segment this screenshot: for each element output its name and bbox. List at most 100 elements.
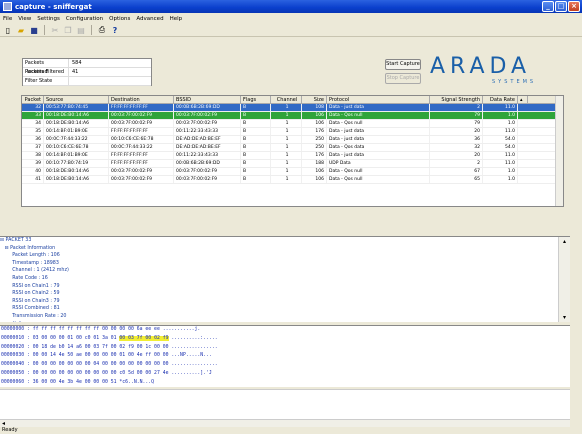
menu-view[interactable]: View [18,16,31,22]
cell-flags: B [241,168,271,175]
table-row[interactable]: 35 00:14:BF:01:B9:0E FF:FF:FF:FF:FF:FF 00:1… [22,128,563,136]
column-header-flags[interactable]: Flags [241,96,271,103]
cell-signal: 20 [430,128,483,135]
help-icon[interactable]: ? [110,25,120,35]
cell-source: 00:53:77:B0:74:45 [44,104,109,111]
open-folder-icon[interactable]: ▰ [16,25,26,35]
cell-size: 188 [302,160,327,167]
cell-protocol: UDP Data [327,160,430,167]
cell-size: 106 [302,176,327,183]
column-header-size[interactable]: Size [302,96,327,103]
cell-flags: B [241,112,271,119]
toolbar: ▯ ▰ ■ ✂ ❐ ▤ ⎙ ? [0,24,582,37]
column-header-channel[interactable]: Channel [271,96,302,103]
table-row[interactable]: 36 00:0C:7F:44:33:22 00:10:C6:CE:6E:78 DE:A… [22,136,563,144]
tree-node[interactable]: RSSI on Chain1 : 79 [0,283,570,291]
menu-options[interactable]: Options [109,16,130,22]
column-header-packet[interactable]: Packet [22,96,44,103]
cell-bssid: 00:03:7F:00:02:F9 [174,168,241,175]
start-capture-button[interactable]: Start Capture [385,59,421,70]
scroll-up-icon[interactable]: ▴ [559,237,570,247]
close-icon[interactable]: × [568,1,580,12]
table-row[interactable]: 41 00:18:DE:B0:14:A6 00:03:7F:00:02:F9 00:0… [22,176,563,184]
cell-packet: 34 [22,120,44,127]
scroll-up-icon[interactable]: ▴ [518,96,528,103]
save-icon[interactable]: ■ [29,25,39,35]
horizontal-scrollbar[interactable]: ◂ [0,419,570,427]
tree-node[interactable]: Channel : 1 (2412 mhz) [0,267,570,275]
hex-segment: ..........:..... [168,335,218,341]
cell-flags: B [241,144,271,151]
cell-bssid: 00:0B:6B:2B:69:DD [174,104,241,111]
app-icon [3,2,12,11]
column-header-protocol[interactable]: Protocol [327,96,430,103]
hex-segment: 00 03 7f 00 02 f9 [119,335,169,341]
column-header-signal[interactable]: Signal Strength [430,96,483,103]
scroll-left-icon[interactable]: ◂ [2,420,5,427]
menu-help[interactable]: Help [170,16,183,22]
tree-node[interactable]: RSSI on Chain2 : 59 [0,290,570,298]
tree-node[interactable]: Packet Length : 106 [0,252,570,260]
tree-node[interactable]: Timestamp : 18983 [0,260,570,268]
table-row[interactable]: 34 00:18:DE:B0:14:A6 00:03:7F:00:02:F9 00:0… [22,120,563,128]
cell-channel: 1 [271,104,302,111]
menu-configuration[interactable]: Configuration [66,16,103,22]
hex-line: 00000040 : 00 00 00 00 00 00 00 04 00 00… [0,361,570,370]
column-header-source[interactable]: Source [44,96,109,103]
cell-bssid: 00:11:22:33:43:33 [174,152,241,159]
hex-body: 00000000 : ff ff ff ff ff ff ff ff 00 00… [0,326,570,387]
cell-size: 108 [302,104,327,111]
cell-flags: B [241,128,271,135]
tree-scrollbar[interactable]: ▴ ▾ [558,237,570,322]
column-header-bssid[interactable]: BSSID [174,96,241,103]
cell-packet: 38 [22,152,44,159]
cell-packet: 40 [22,168,44,175]
cell-size: 106 [302,120,327,127]
cell-rate: 11.0 [483,104,518,111]
maximize-icon[interactable]: □ [555,1,567,12]
copy-icon[interactable]: ❐ [63,25,73,35]
cut-icon[interactable]: ✂ [50,25,60,35]
table-row[interactable]: 40 00:18:DE:B0:14:A6 00:03:7F:00:02:F9 00:0… [22,168,563,176]
tree-node[interactable]: RSSI on Chain3 : 79 [0,298,570,306]
stop-capture-button[interactable]: Stop Capture [385,73,421,84]
packet-detail-tree: ⊟ PACKET 33 ⊟ Packet Information Packet … [0,236,570,322]
table-row[interactable]: 32 00:53:77:B0:74:45 FF:FF:FF:FF:FF:FF 00:0… [22,104,563,112]
stat-row-filtered: Packets Filtered 41 [23,68,151,77]
cell-size: 176 [302,152,327,159]
table-row[interactable]: 38 00:14:BF:01:B9:0E FF:FF:FF:FF:FF:FF 00:1… [22,152,563,160]
cell-bssid: 00:03:7F:00:02:F9 [174,176,241,183]
tree-node[interactable]: Transmission Rate : 20 [0,313,570,321]
table-scrollbar[interactable] [555,96,563,206]
menu-advanced[interactable]: Advanced [136,16,163,22]
tree-node[interactable]: ⊟ Packet Information [0,245,570,253]
cell-destination: 00:03:7F:00:02:F9 [109,176,174,183]
cell-protocol: Data - Qos null [327,112,430,119]
stat-label: Filter State [23,77,69,85]
new-file-icon[interactable]: ▯ [3,25,13,35]
print-icon[interactable]: ⎙ [97,25,107,35]
table-row[interactable]: 39 00:10:77:B0:74:19 FF:FF:FF:FF:FF:FF 00:0… [22,160,563,168]
stat-row-received: Packets Received 584 [23,59,151,75]
tree-node[interactable]: ⊟ PACKET 33 [0,237,570,245]
menu-file[interactable]: File [3,16,12,22]
column-header-destination[interactable]: Destination [109,96,174,103]
tree-node[interactable]: ⊞ Iinfo [0,321,570,323]
cell-packet: 39 [22,160,44,167]
menu-settings[interactable]: Settings [37,16,60,22]
status-text: Ready [2,427,18,433]
table-row[interactable]: 37 00:10:C6:CE:6E:78 00:0C:7F:44:33:22 DE:A… [22,144,563,152]
tree-node[interactable]: Rate Code : 16 [0,275,570,283]
scroll-down-icon[interactable]: ▾ [559,313,570,322]
table-header: Packet Source Destination BSSID Flags Ch… [22,96,563,104]
tree-node[interactable]: RSSI Combined : 81 [0,305,570,313]
paste-icon[interactable]: ▤ [76,25,86,35]
cell-signal: 65 [430,176,483,183]
minimize-icon[interactable]: _ [542,1,554,12]
cell-size: 176 [302,128,327,135]
cell-flags: B [241,120,271,127]
table-row[interactable]: 33 00:18:DE:B0:14:A6 00:03:7F:00:02:F9 00:0… [22,112,563,120]
cell-destination: FF:FF:FF:FF:FF:FF [109,152,174,159]
column-header-rate[interactable]: Data Rate [483,96,518,103]
cell-destination: 00:03:7F:00:02:F9 [109,120,174,127]
